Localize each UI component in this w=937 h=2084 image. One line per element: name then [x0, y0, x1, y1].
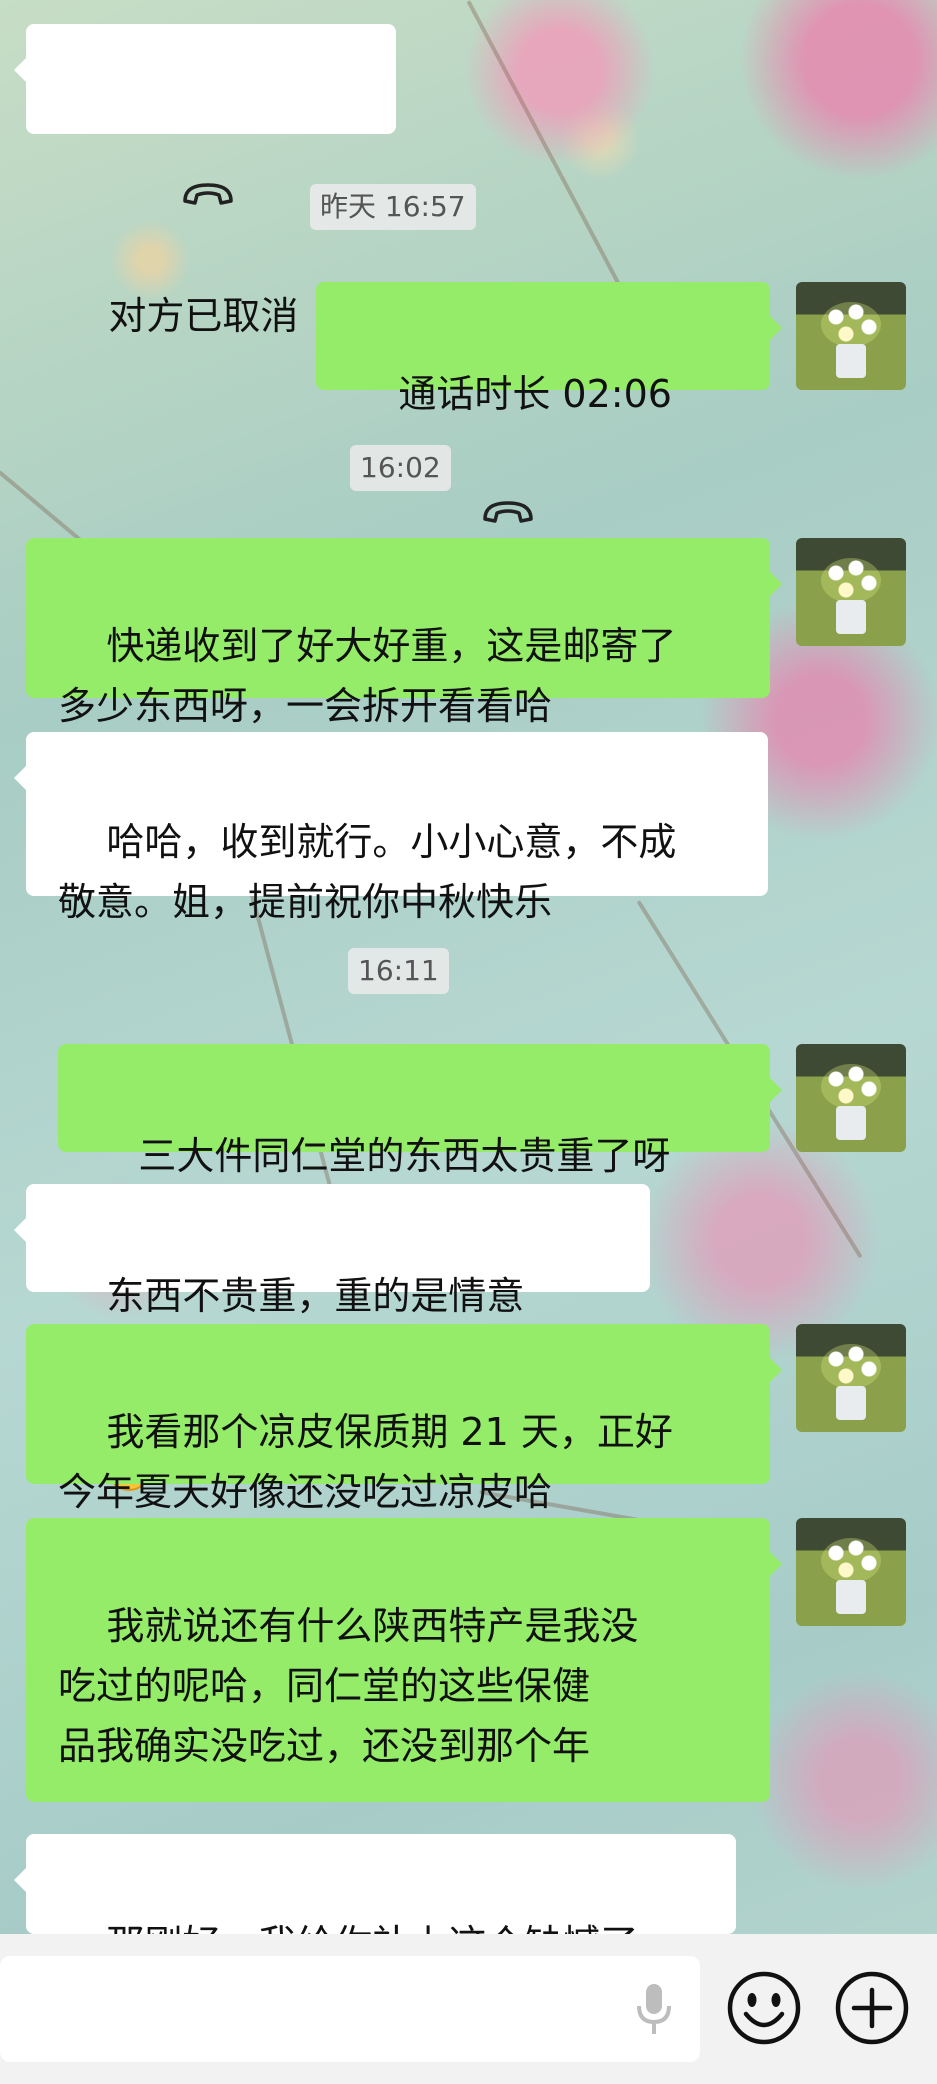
- my-avatar[interactable]: [796, 1044, 906, 1152]
- call-duration-message[interactable]: 通话时长 02:06: [316, 282, 782, 523]
- message-text: 对方已取消: [108, 294, 299, 338]
- message-text: 东西不贵重，重的是情意: [106, 1274, 525, 1318]
- message-text: 我看那个凉皮保质期 21 天，正好 今年夏天好像还没吃过凉皮哈: [58, 1410, 673, 1514]
- message-text: 三大件同仁堂的东西太贵重了呀: [138, 1134, 671, 1178]
- message-input[interactable]: [0, 1956, 700, 2062]
- microphone-icon[interactable]: [634, 1982, 674, 2040]
- emoji-icon[interactable]: [726, 1970, 802, 2046]
- input-bar: [0, 1934, 937, 2084]
- hang-up-icon: [108, 106, 234, 286]
- timestamp: 16:02: [350, 445, 451, 491]
- my-avatar[interactable]: [796, 538, 906, 646]
- call-cancelled-message[interactable]: 对方已取消: [14, 24, 396, 338]
- timestamp: 16:11: [348, 948, 449, 994]
- plus-icon[interactable]: [834, 1970, 910, 2046]
- message-bubble-sent[interactable]: 我就说还有什么陕西特产是我没 吃过的呢哈，同仁堂的这些保健 品我确实没吃过，还没…: [26, 1518, 782, 2003]
- message-text: 哈哈，收到就行。小小心意，不成 敬意。姐，提前祝你中秋快乐: [58, 820, 677, 924]
- message-bubble-sent[interactable]: 三大件同仁堂的东西太贵重了呀: [58, 1044, 782, 1178]
- message-bubble-sent[interactable]: 快递收到了好大好重，这是邮寄了 多少东西呀，一会拆开看看哈: [26, 538, 782, 728]
- message-bubble-received[interactable]: 哈哈，收到就行。小小心意，不成 敬意。姐，提前祝你中秋快乐: [14, 732, 768, 924]
- message-bubble-sent[interactable]: 我看那个凉皮保质期 21 天，正好 今年夏天好像还没吃过凉皮哈: [26, 1324, 782, 1514]
- message-bubble-received[interactable]: 那刚好，我给你补上这个缺憾了: [14, 1834, 736, 1966]
- message-bubble-received[interactable]: 东西不贵重，重的是情意: [14, 1184, 650, 1491]
- timestamp: 昨天 16:57: [310, 184, 476, 230]
- message-text: 通话时长 02:06: [398, 372, 672, 416]
- my-avatar[interactable]: [796, 1324, 906, 1432]
- rolling-laughing-emoji: [172, 1776, 218, 1941]
- message-text: 快递收到了好大好重，这是邮寄了 多少东西呀，一会拆开看看哈: [58, 624, 677, 728]
- my-avatar[interactable]: [796, 1518, 906, 1626]
- my-avatar[interactable]: [796, 282, 906, 390]
